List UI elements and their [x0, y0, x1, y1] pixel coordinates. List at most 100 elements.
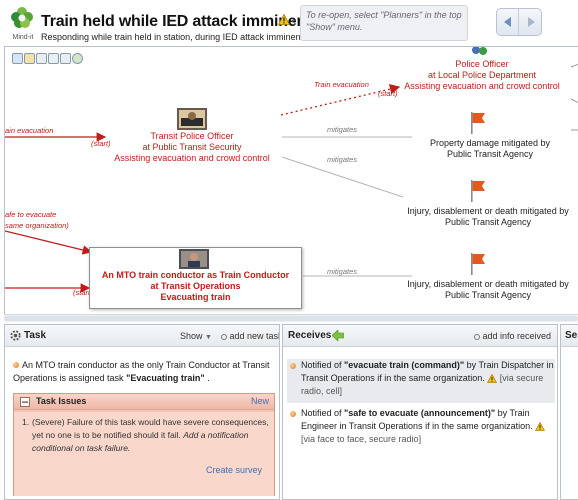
edge-label-train-evacuation: Train evacuation [314, 80, 369, 89]
node-line: Public Transit Agency [444, 290, 532, 300]
receives-panel-title: Receives [288, 330, 332, 341]
history-nav [496, 8, 542, 36]
show-menu[interactable]: Show ▼ [180, 331, 212, 341]
node-injury-1[interactable]: Injury, disablement or death mitigated b… [388, 206, 578, 228]
warning-icon[interactable] [278, 14, 290, 25]
receives-panel: Receives add info received Notified of "… [282, 324, 558, 500]
bullet-icon [290, 411, 296, 417]
receive-item-flow[interactable]: "evacuate train (command)" [344, 360, 464, 370]
edge-label-mitigates-3: mitigates [327, 267, 358, 276]
transit-police-photo-icon[interactable] [177, 108, 207, 130]
bullet-icon [290, 363, 296, 369]
receive-item-prefix: Notified of [301, 360, 345, 370]
node-line: at Local Police Department [427, 70, 537, 80]
receive-item-prefix: Notified of [301, 408, 345, 418]
add-circle-icon [221, 333, 227, 340]
node-line: Property damage mitigated by [429, 138, 551, 148]
task-issues-box: Task Issues New 1. (Severe) Failure of t… [13, 393, 275, 496]
chevron-down-icon: ▼ [205, 334, 212, 341]
issue-item[interactable]: 1. (Severe) Failure of this task would h… [20, 416, 270, 455]
scrollbar-thumb[interactable] [4, 316, 578, 321]
add-new-task-link[interactable]: add new task [221, 331, 280, 341]
arrow-left-icon [503, 17, 511, 27]
edge-label-mitigates-2: mitigates [327, 155, 358, 164]
edge-offscreen-1 [570, 63, 578, 68]
collapse-icon[interactable] [20, 397, 30, 407]
add-info-received-link[interactable]: add info received [473, 331, 551, 341]
sends-panel-title: Ser [565, 330, 578, 341]
risk-flag-icon[interactable] [469, 112, 487, 134]
edge-label-start-top: (start) [378, 89, 398, 98]
task-issues-body: 1. (Severe) Failure of this task would h… [14, 412, 274, 496]
node-line: Public Transit Agency [446, 149, 534, 159]
node-mto-conductor: An MTO train conductor as Train Conducto… [90, 270, 301, 303]
forward-button[interactable] [520, 9, 542, 35]
node-injury-2[interactable]: Injury, disablement or death mitigated b… [388, 279, 578, 301]
receive-item[interactable]: Notified of "evacuate train (command)" b… [287, 359, 555, 403]
node-line: at Transit Operations [150, 281, 241, 291]
sends-panel-header: Ser [561, 325, 578, 347]
node-line: Injury, disablement or death mitigated b… [407, 206, 569, 216]
warning-icon[interactable] [535, 422, 546, 432]
add-info-received-label: add info received [482, 331, 551, 341]
back-button[interactable] [497, 9, 519, 35]
planner-hint-box: To re-open, select "Planners" in the top… [300, 5, 468, 41]
edge-label-mitigates-1: mitigates [327, 125, 358, 134]
arrow-left-green-icon [332, 330, 344, 341]
task-description-end: . [204, 373, 210, 383]
task-panel: Task Show ▼ add new task An MTO train co… [4, 324, 280, 500]
node-line: at Public Transit Security [142, 142, 242, 152]
risk-flag-icon[interactable] [469, 180, 487, 202]
task-panel-title: Task [24, 330, 47, 341]
receives-panel-header: Receives add info received [283, 325, 557, 347]
receive-item-channels: [via face to face, secure radio] [301, 434, 422, 444]
title-trailing-text: s [291, 17, 296, 28]
edge-label-safe-to-evacuate: afe to evacuate [5, 210, 57, 219]
task-issues-title: Task Issues [36, 396, 87, 406]
task-description: An MTO train conductor as the only Train… [13, 359, 275, 385]
task-issues-header: Task Issues New [14, 394, 274, 410]
bullet-icon [13, 362, 19, 368]
plan-title: Train held while IED attack imminent [41, 13, 312, 30]
node-police-officer[interactable]: Police Officer at Local Police Departmen… [397, 59, 567, 92]
app-logo[interactable]: Mind-it [8, 6, 36, 41]
edge-offscreen-2 [570, 98, 578, 104]
gear-icon [10, 330, 21, 341]
flow-diagram[interactable]: Train evacuation (start) ain evacuation … [4, 46, 578, 314]
diagram-horizontal-scrollbar[interactable] [4, 314, 578, 322]
node-transit-police-officer[interactable]: Transit Police Officer at Public Transit… [106, 131, 278, 164]
conductor-photo-icon [179, 249, 209, 269]
node-line: Assisting evacuation and crowd control [114, 153, 270, 163]
task-panel-header: Task Show ▼ add new task [5, 325, 279, 347]
create-survey-link[interactable]: Create survey [206, 465, 262, 475]
node-property-damage[interactable]: Property damage mitigated by Public Tran… [402, 138, 578, 160]
node-line: Police Officer [455, 59, 509, 69]
receive-item-flow[interactable]: "safe to evacuate (announcement)" [344, 408, 495, 418]
sends-panel: Ser [560, 324, 578, 500]
risk-flag-icon[interactable] [469, 253, 487, 275]
node-line: Public Transit Agency [444, 217, 532, 227]
add-new-task-label: add new task [229, 331, 280, 341]
issue-number: 1. [22, 417, 30, 427]
arrow-right-icon [528, 17, 535, 27]
edge-label-ain-evacuation: ain evacuation [5, 126, 54, 135]
node-mto-conductor-selected[interactable]: An MTO train conductor as Train Conducto… [89, 247, 302, 309]
node-line: Evacuating train [160, 292, 231, 302]
new-issue-link[interactable]: New [251, 396, 269, 406]
node-line: Assisting evacuation and crowd control [404, 81, 560, 91]
police-officer-icon[interactable] [470, 46, 490, 55]
plan-header: Mind-it Train held while IED attack immi… [0, 0, 578, 46]
edge-safe-to-evacuate[interactable] [5, 230, 93, 255]
node-line: Transit Police Officer [150, 131, 234, 141]
add-circle-icon [473, 333, 480, 340]
show-menu-label: Show [180, 331, 203, 341]
node-line: An MTO train conductor as Train Conducto… [101, 270, 290, 280]
receive-item[interactable]: Notified of "safe to evacuate (announcem… [287, 407, 555, 451]
warning-icon[interactable] [487, 374, 498, 384]
flower-logo-icon [11, 7, 33, 28]
logo-label: Mind-it [12, 34, 34, 41]
plan-subtitle: Responding while train held in station, … [41, 32, 304, 42]
task-name[interactable]: "Evacuating train" [126, 373, 205, 383]
edge-label-same-org: same organization) [5, 221, 69, 230]
node-line: Injury, disablement or death mitigated b… [407, 279, 569, 289]
